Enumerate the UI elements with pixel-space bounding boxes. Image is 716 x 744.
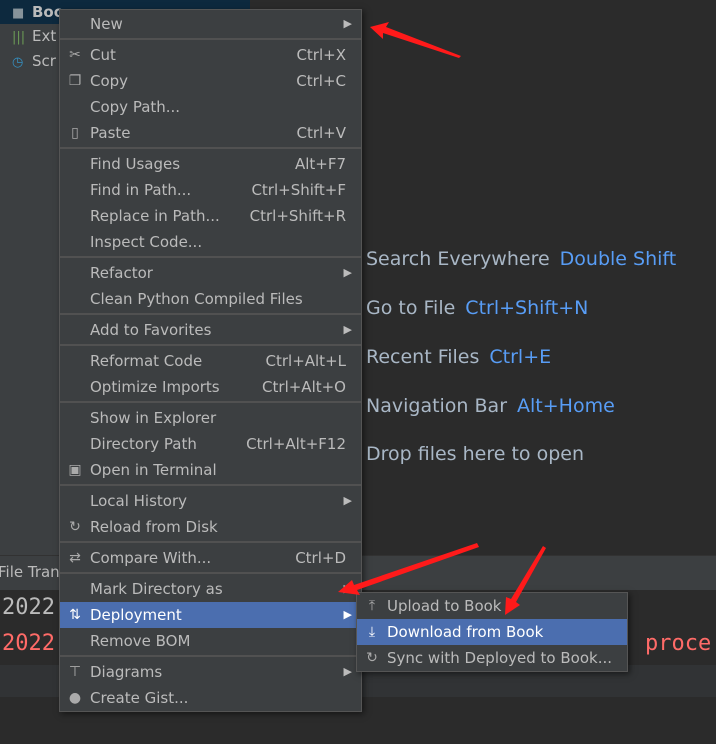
submenu-arrow-icon: ▶ <box>343 494 352 507</box>
menu-item-reload-from-disk[interactable]: ↻ Reload from Disk <box>60 514 361 540</box>
console-line-error: 2022 <box>2 631 55 656</box>
menu-item-paste[interactable]: ▯ Paste Ctrl+V <box>60 120 361 146</box>
menu-item-label: Remove BOM <box>90 632 191 650</box>
menu-item-shortcut: Alt+F7 <box>294 155 346 173</box>
submenu-arrow-icon: ▶ <box>343 665 352 678</box>
menu-item-sync-with-deployed-to-book[interactable]: ↻ Sync with Deployed to Book... <box>357 645 627 671</box>
menu-item-find-in-path[interactable]: Find in Path... Ctrl+Shift+F <box>60 177 361 203</box>
hint-go-to-file: Go to File Ctrl+Shift+N <box>366 297 589 319</box>
menu-item-label: Create Gist... <box>90 689 189 707</box>
menu-item-add-to-favorites[interactable]: Add to Favorites ▶ <box>60 317 361 343</box>
hint-navigation-bar: Navigation Bar Alt+Home <box>366 395 615 417</box>
menu-item-label: Refactor <box>90 264 153 282</box>
menu-item-compare-with[interactable]: ⇄ Compare With... Ctrl+D <box>60 545 361 571</box>
menu-item-copy-path[interactable]: Copy Path... <box>60 94 361 120</box>
menu-item-local-history[interactable]: Local History ▶ <box>60 488 361 514</box>
submenu-arrow-icon: ▶ <box>343 323 352 336</box>
menu-item-label: Inspect Code... <box>90 233 203 251</box>
menu-item-copy[interactable]: ❐ Copy Ctrl+C <box>60 68 361 94</box>
menu-item-directory-path[interactable]: Directory Path Ctrl+Alt+F12 <box>60 431 361 457</box>
menu-item-shortcut: Ctrl+Shift+R <box>249 207 346 225</box>
deployment-icon: ⇅ <box>69 607 81 623</box>
context-menu: New ▶ ✂ Cut Ctrl+X ❐ Copy Ctrl+C Copy Path... ▯ Pa… <box>59 9 362 712</box>
paste-icon: ▯ <box>71 125 79 141</box>
menu-item-label: Paste <box>90 124 131 142</box>
menu-item-mark-directory-as[interactable]: Mark Directory as ▶ <box>60 576 361 602</box>
menu-item-reformat-code[interactable]: Reformat Code Ctrl+Alt+L <box>60 348 361 374</box>
console-line-error-tail: proce <box>645 631 712 656</box>
menu-item-label: Find Usages <box>90 155 181 173</box>
menu-item-label: Diagrams <box>90 663 163 681</box>
menu-item-shortcut: Ctrl+V <box>296 124 346 142</box>
menu-item-inspect-code[interactable]: Inspect Code... <box>60 229 361 255</box>
menu-item-new[interactable]: New ▶ <box>60 11 361 37</box>
submenu-arrow-icon: ▶ <box>343 582 352 595</box>
submenu-arrow-icon: ▶ <box>343 266 352 279</box>
menu-item-clean-python-compiled-files[interactable]: Clean Python Compiled Files <box>60 286 361 312</box>
menu-item-label: Show in Explorer <box>90 409 217 427</box>
hint-drop-files: Drop files here to open <box>366 443 585 465</box>
menu-item-remove-bom[interactable]: Remove BOM <box>60 628 361 654</box>
menu-item-upload-to-book[interactable]: ⤒ Upload to Book <box>357 593 627 619</box>
menu-item-label: Copy <box>90 72 129 90</box>
scissors-icon: ✂ <box>69 47 81 63</box>
submenu-arrow-icon: ▶ <box>343 608 352 621</box>
menu-item-shortcut: Ctrl+Alt+O <box>262 378 346 396</box>
folder-icon: ■ <box>12 6 25 21</box>
menu-item-shortcut: Ctrl+Alt+L <box>265 352 347 370</box>
menu-item-deployment[interactable]: ⇅ Deployment ▶ <box>60 602 361 628</box>
menu-item-optimize-imports[interactable]: Optimize Imports Ctrl+Alt+O <box>60 374 361 400</box>
menu-item-label: Add to Favorites <box>90 321 212 339</box>
menu-item-shortcut: Ctrl+X <box>296 46 346 64</box>
menu-item-label: Clean Python Compiled Files <box>90 290 303 308</box>
menu-item-label: Upload to Book <box>387 597 502 615</box>
hint-recent-files: Recent Files Ctrl+E <box>366 346 552 368</box>
menu-item-open-in-terminal[interactable]: ▣ Open in Terminal <box>60 457 361 483</box>
deployment-submenu: ⤒ Upload to Book ⤓ Download from Book ↻ Sync … <box>356 592 628 672</box>
diagrams-icon: ⊤ <box>68 664 82 680</box>
menu-item-label: Directory Path <box>90 435 197 453</box>
menu-item-shortcut: Ctrl+Shift+F <box>251 181 346 199</box>
menu-item-refactor[interactable]: Refactor ▶ <box>60 260 361 286</box>
menu-item-label: Cut <box>90 46 116 64</box>
menu-item-cut[interactable]: ✂ Cut Ctrl+X <box>60 42 361 68</box>
download-icon: ⤓ <box>368 624 376 640</box>
menu-item-label: Sync with Deployed to Book... <box>387 649 613 667</box>
submenu-arrow-icon: ▶ <box>343 17 352 30</box>
menu-item-shortcut: Ctrl+Alt+F12 <box>246 435 346 453</box>
upload-icon: ⤒ <box>368 598 376 614</box>
menu-item-label: Reload from Disk <box>90 518 218 536</box>
menu-item-label: Open in Terminal <box>90 461 217 479</box>
menu-item-find-usages[interactable]: Find Usages Alt+F7 <box>60 151 361 177</box>
tab-file-transfer[interactable]: File Trans <box>0 563 68 581</box>
menu-item-label: Download from Book <box>387 623 544 641</box>
menu-item-label: Optimize Imports <box>90 378 220 396</box>
compare-icon: ⇄ <box>69 550 81 566</box>
menu-item-label: Compare With... <box>90 549 212 567</box>
menu-item-label: Find in Path... <box>90 181 192 199</box>
menu-item-show-in-explorer[interactable]: Show in Explorer <box>60 405 361 431</box>
menu-item-label: Deployment <box>90 606 182 624</box>
menu-item-label: New <box>90 15 123 33</box>
menu-item-label: Mark Directory as <box>90 580 223 598</box>
menu-item-label: Reformat Code <box>90 352 203 370</box>
reload-icon: ↻ <box>69 519 81 535</box>
menu-item-label: Local History <box>90 492 188 510</box>
menu-item-diagrams[interactable]: ⊤ Diagrams ▶ <box>60 659 361 685</box>
menu-item-replace-in-path[interactable]: Replace in Path... Ctrl+Shift+R <box>60 203 361 229</box>
copy-icon: ❐ <box>68 73 82 89</box>
scratches-icon: ◷ <box>12 55 24 70</box>
menu-item-download-from-book[interactable]: ⤓ Download from Book <box>357 619 627 645</box>
external-libraries-icon: ||| <box>12 30 26 45</box>
sync-icon: ↻ <box>366 650 378 666</box>
menu-item-shortcut: Ctrl+D <box>295 549 346 567</box>
menu-item-label: Copy Path... <box>90 98 181 116</box>
terminal-icon: ▣ <box>68 462 82 478</box>
github-icon: ● <box>68 690 82 706</box>
console-line: 2022 <box>2 595 55 620</box>
menu-item-label: Replace in Path... <box>90 207 220 225</box>
menu-item-create-gist[interactable]: ● Create Gist... <box>60 685 361 711</box>
hint-search-everywhere: Search Everywhere Double Shift <box>366 248 677 270</box>
menu-item-shortcut: Ctrl+C <box>296 72 346 90</box>
